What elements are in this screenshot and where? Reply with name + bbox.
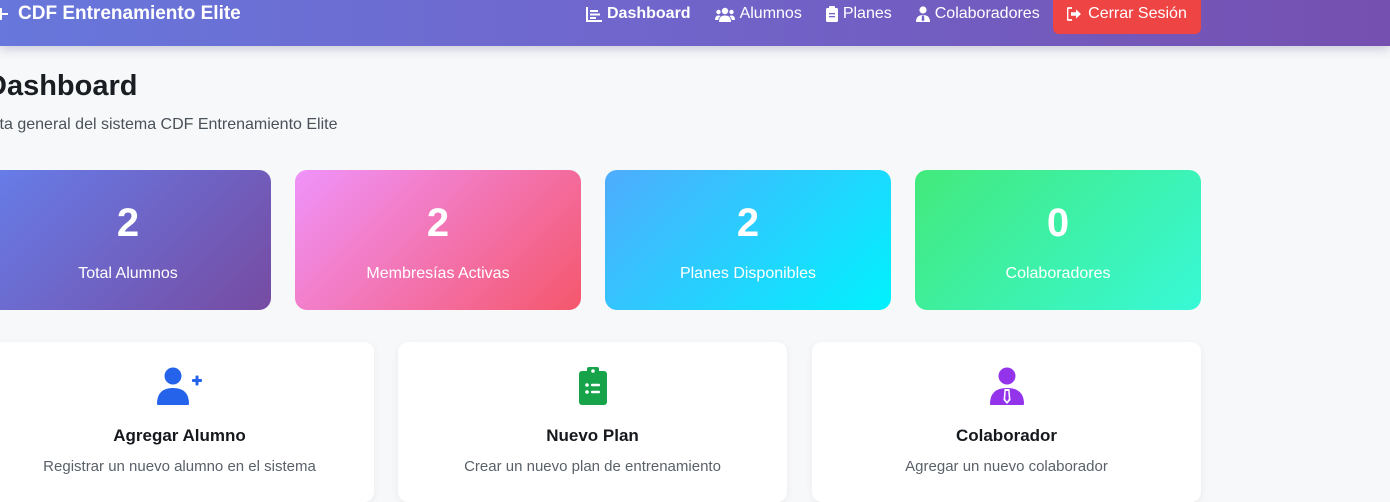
sign-out-icon [1067,7,1082,21]
user-plus-icon [156,366,203,406]
action-description: Crear un nuevo plan de entrenamiento [464,458,721,475]
nav-links: Dashboard Alumnos Planes Colaboradores [586,4,1064,24]
action-title: Agregar Alumno [113,426,246,445]
action-card-agregar-alumno[interactable]: Agregar Alumno Registrar un nuevo alumno… [0,342,374,502]
nav-item-label: Dashboard [607,5,691,22]
stat-card-colaboradores: 0 Colaboradores [915,170,1201,310]
page-title: Dashboard [0,70,138,102]
nav-item-planes[interactable]: Planes [825,5,892,23]
dumbbell-icon [0,8,8,20]
stat-label: Membresías Activas [366,265,510,282]
stat-label: Total Alumnos [78,265,178,282]
stat-label: Planes Disponibles [679,265,817,282]
action-card-colaborador[interactable]: Colaborador Agregar un nuevo colaborador [812,342,1201,502]
user-tie-icon [984,366,1030,406]
user-tie-icon [915,6,930,22]
stat-card-planes-disponibles: 2 Planes Disponibles [605,170,891,310]
stat-label: Colaboradores [1005,265,1111,282]
chart-line-icon [586,6,602,22]
brand-name: CDF Entrenamiento Elite [18,3,241,24]
users-icon [714,7,735,22]
stat-card-total-alumnos: 2 Total Alumnos [0,170,271,310]
nav-item-label: Planes [842,5,892,22]
navbar: CDF Entrenamiento Elite Dashboard Alumno… [0,0,1390,46]
action-title: Colaborador [955,426,1058,445]
clipboard-list-icon [570,366,616,406]
nav-item-label: Colaboradores [934,5,1040,22]
stat-card-membresias-activas: 2 Membresías Activas [295,170,581,310]
nav-item-alumnos[interactable]: Alumnos [714,5,802,23]
stat-value: 2 [116,201,140,245]
nav-item-label: Alumnos [739,5,802,22]
action-description: Agregar un nuevo colaborador [905,458,1108,475]
clipboard-icon [825,6,838,22]
stat-value: 2 [736,201,760,245]
logout-label: Cerrar Sesión [1088,5,1187,22]
action-title: Nuevo Plan [546,426,639,445]
nav-item-colaboradores[interactable]: Colaboradores [915,5,1040,23]
nav-item-dashboard[interactable]: Dashboard [586,5,691,23]
action-card-nuevo-plan[interactable]: Nuevo Plan Crear un nuevo plan de entren… [398,342,787,502]
stat-value: 2 [426,201,450,245]
page-subtitle: ista general del sistema CDF Entrenamien… [0,116,338,133]
action-description: Registrar un nuevo alumno en el sistema [43,458,316,475]
logout-button[interactable]: Cerrar Sesión [1053,0,1201,34]
brand[interactable]: CDF Entrenamiento Elite [0,3,241,25]
stat-value: 0 [1046,201,1070,245]
